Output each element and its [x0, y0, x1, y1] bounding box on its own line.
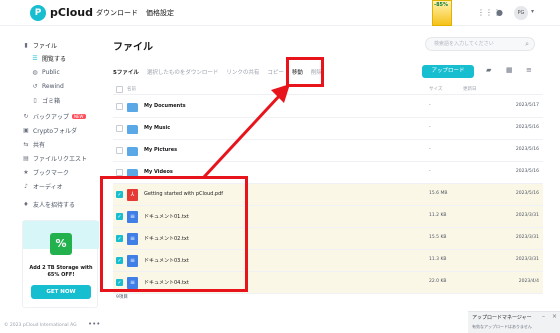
upload-manager-panel[interactable]: アップロードマネージャー 有効なアップロードはありません – ×	[468, 311, 560, 333]
close-icon[interactable]: ×	[552, 313, 557, 320]
upload-manager-status: 有効なアップロードはありません	[472, 324, 532, 329]
minimize-icon[interactable]: –	[542, 313, 545, 320]
arrow-shaft	[202, 92, 283, 179]
upload-manager-title: アップロードマネージャー	[472, 315, 532, 321]
annotation-arrow	[202, 84, 290, 179]
